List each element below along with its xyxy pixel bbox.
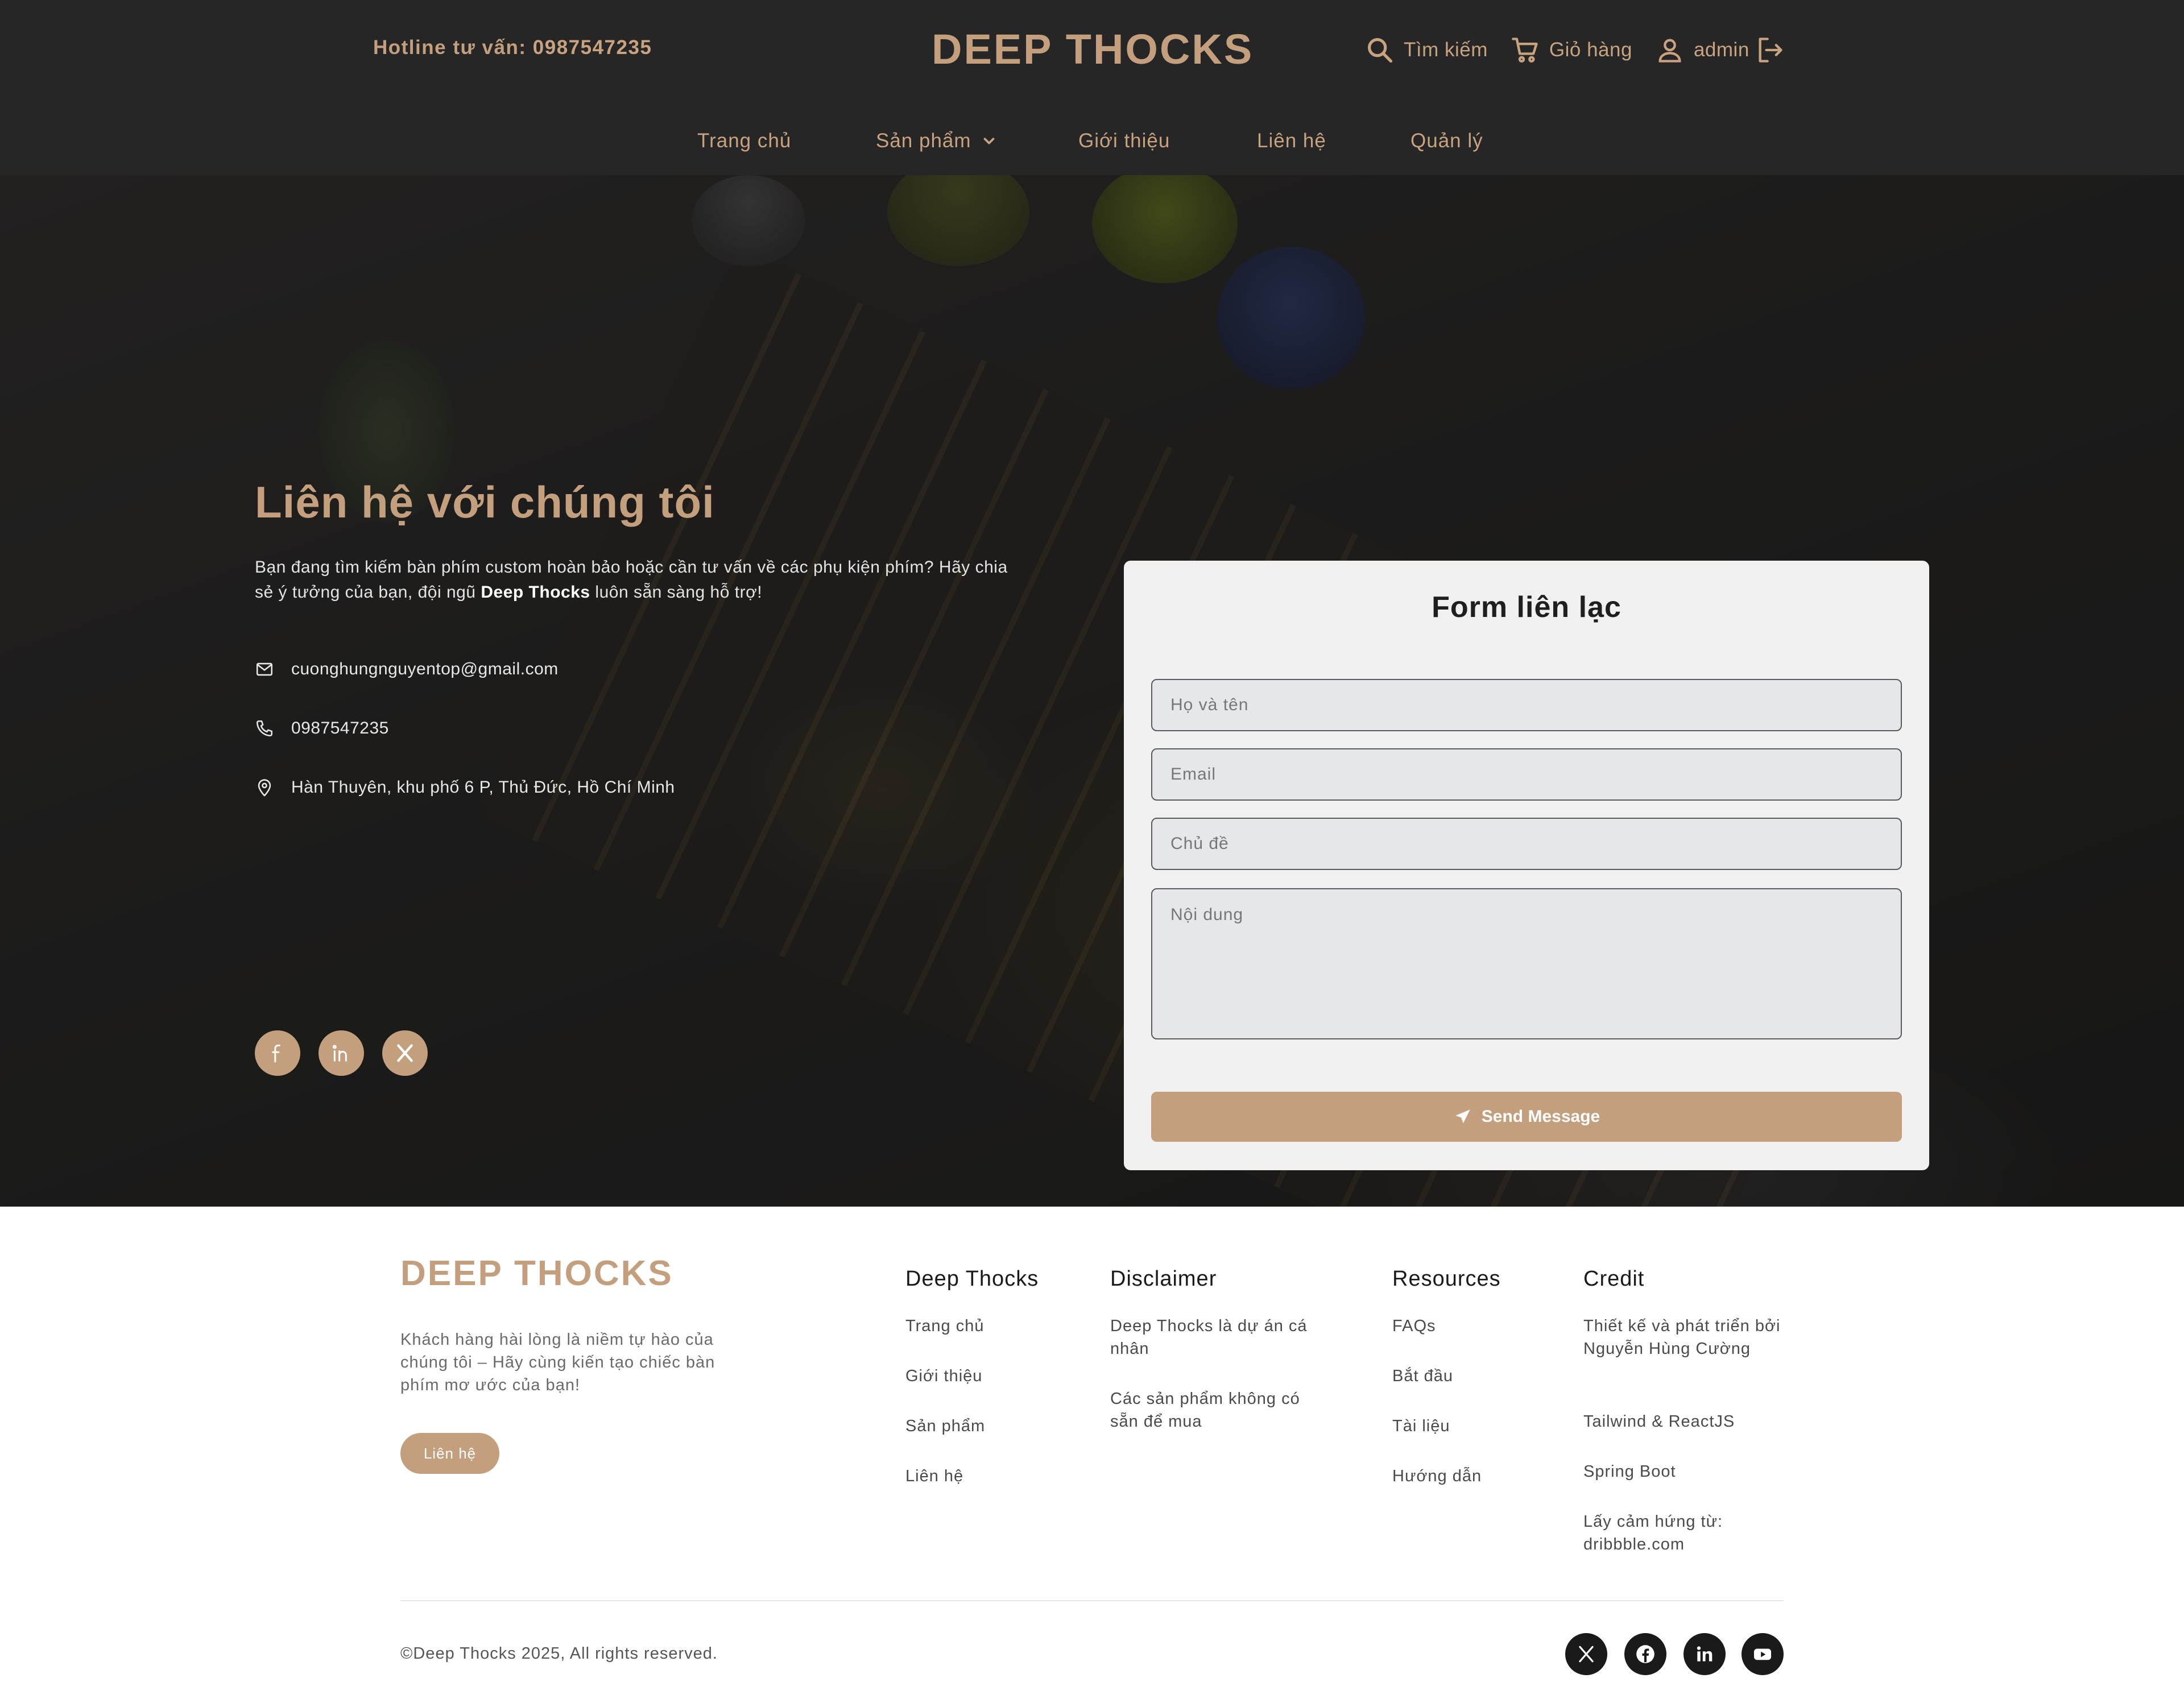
contact-hero: Liên hệ với chúng tôi Bạn đang tìm kiếm … (0, 175, 2184, 1207)
user-menu[interactable]: admin (1655, 35, 1794, 65)
nav-item-admin[interactable]: Quản lý (1410, 130, 1483, 152)
search-button[interactable]: Tìm kiếm (1365, 35, 1488, 65)
name-field[interactable] (1151, 679, 1902, 731)
footer-link-guide[interactable]: Hướng dẫn (1392, 1465, 1482, 1488)
contact-phone[interactable]: 0987547235 (255, 719, 389, 738)
nav-label: Trang chủ (697, 130, 792, 152)
footer-logo[interactable]: DEEP THOCKS (400, 1253, 673, 1294)
cart-label: Giỏ hàng (1549, 39, 1632, 61)
footer-youtube-link[interactable] (1742, 1633, 1784, 1675)
page: Hotline tư vấn: 0987547235 DEEP THOCKS T… (0, 0, 2184, 1707)
contact-address-text: Hàn Thuyên, khu phố 6 P, Thủ Đức, Hồ Chí… (291, 778, 675, 797)
form-title: Form liên lạc (1432, 591, 1622, 624)
top-bar: Hotline tư vấn: 0987547235 DEEP THOCKS T… (0, 0, 2184, 100)
facebook-icon (1636, 1645, 1654, 1663)
copyright: ©Deep Thocks 2025, All rights reserved. (400, 1644, 718, 1663)
footer-credit-text: Spring Boot (1583, 1462, 1676, 1481)
hotline-label: Hotline tư vấn: (373, 36, 527, 59)
nav-item-products[interactable]: Sản phẩm (876, 130, 998, 152)
x-icon (397, 1044, 413, 1062)
logout-icon[interactable] (1755, 35, 1785, 65)
search-label: Tìm kiếm (1404, 39, 1488, 61)
page-title: Liên hệ với chúng tôi (255, 477, 715, 527)
main-nav: Trang chủ Sản phẩm Giới thiệu Liên hệ Qu… (0, 100, 2184, 175)
footer-column-title: Deep Thocks (905, 1267, 1039, 1291)
footer-contact-button[interactable]: Liên hệ (400, 1433, 499, 1474)
send-icon (1455, 1109, 1470, 1124)
user-name: admin (1693, 39, 1749, 61)
header-actions: Tìm kiếm Giỏ hàng admin (1365, 33, 1817, 67)
contact-form: Form liên lạc Send Message (1124, 561, 1929, 1170)
contact-address: Hàn Thuyên, khu phố 6 P, Thủ Đức, Hồ Chí… (255, 778, 675, 797)
footer-column-deep-thocks: Deep Thocks (905, 1253, 1039, 1291)
hotline: Hotline tư vấn: 0987547235 (373, 36, 652, 59)
footer-link-home[interactable]: Trang chủ (905, 1315, 985, 1337)
contact-phone-text: 0987547235 (291, 719, 389, 738)
cart-button[interactable]: Giỏ hàng (1511, 35, 1632, 65)
youtube-icon (1753, 1648, 1772, 1660)
subject-field[interactable] (1151, 818, 1902, 870)
footer-column-resources: Resources (1392, 1253, 1501, 1291)
send-message-button[interactable]: Send Message (1151, 1092, 1902, 1142)
nav-label: Quản lý (1410, 130, 1483, 152)
footer-link-getting-started[interactable]: Bắt đầu (1392, 1365, 1453, 1387)
nav-label: Giới thiệu (1078, 130, 1170, 152)
footer-column-disclaimer: Disclaimer (1110, 1253, 1217, 1291)
x-link[interactable] (382, 1030, 428, 1076)
footer-link-docs[interactable]: Tài liệu (1392, 1415, 1450, 1437)
site-logo[interactable]: DEEP THOCKS (932, 25, 1254, 73)
hotline-number[interactable]: 0987547235 (533, 36, 652, 59)
footer-credit-text[interactable]: Lấy cảm hứng từ: dribbble.com (1583, 1510, 1788, 1556)
footer-disclaimer-text: Các sản phẩm không có sẵn để mua (1110, 1390, 1300, 1431)
mail-icon (256, 662, 273, 676)
contact-email[interactable]: cuonghungnguyentop@gmail.com (255, 660, 559, 679)
linkedin-link[interactable] (318, 1030, 364, 1076)
x-icon (1579, 1646, 1594, 1663)
user-icon (1658, 39, 1681, 63)
linkedin-icon (1697, 1646, 1713, 1662)
location-pin-icon (258, 779, 271, 797)
facebook-icon (272, 1045, 280, 1063)
footer-link-contact[interactable]: Liên hệ (905, 1465, 963, 1488)
nav-label: Sản phẩm (876, 130, 971, 152)
email-field[interactable] (1151, 748, 1902, 801)
linkedin-icon (332, 1045, 347, 1062)
search-icon (1367, 38, 1393, 63)
contact-email-text: cuonghungnguyentop@gmail.com (291, 660, 559, 678)
nav-item-about[interactable]: Giới thiệu (1078, 130, 1170, 152)
footer-credit-text: Thiết kế và phát triển bởi Nguyễn Hùng C… (1583, 1317, 1781, 1358)
phone-icon (256, 720, 273, 737)
cart-icon (1512, 38, 1538, 63)
footer-x-link[interactable] (1565, 1633, 1607, 1675)
footer-credit-text: Tailwind & ReactJS (1583, 1412, 1735, 1431)
footer-link-products[interactable]: Sản phẩm (905, 1415, 985, 1437)
footer-link-faqs[interactable]: FAQs (1392, 1315, 1436, 1337)
footer-column-title: Disclaimer (1110, 1267, 1217, 1291)
footer-divider (400, 1600, 1784, 1601)
footer-facebook-link[interactable] (1624, 1633, 1666, 1675)
site-footer: DEEP THOCKS Khách hàng hài lòng là niềm … (0, 1207, 2184, 1707)
nav-item-home[interactable]: Trang chủ (697, 130, 791, 152)
footer-column-title: Resources (1392, 1267, 1501, 1291)
facebook-link[interactable] (255, 1030, 300, 1076)
footer-disclaimer-text: Deep Thocks là dự án cá nhân (1110, 1317, 1308, 1358)
nav-label: Liên hệ (1257, 130, 1326, 152)
footer-linkedin-link[interactable] (1684, 1633, 1726, 1675)
message-field[interactable] (1151, 888, 1902, 1039)
hero-description: Bạn đang tìm kiếm bàn phím custom hoàn b… (255, 558, 1008, 602)
nav-item-contact[interactable]: Liên hệ (1257, 130, 1326, 152)
footer-link-about[interactable]: Giới thiệu (905, 1365, 982, 1387)
chevron-down-icon (983, 138, 994, 144)
footer-column-title: Credit (1583, 1267, 1645, 1291)
footer-column-credit: Credit (1583, 1253, 1644, 1291)
footer-tagline: Khách hàng hài lòng là niềm tự hào của c… (400, 1331, 715, 1394)
send-message-label: Send Message (1481, 1107, 1600, 1126)
